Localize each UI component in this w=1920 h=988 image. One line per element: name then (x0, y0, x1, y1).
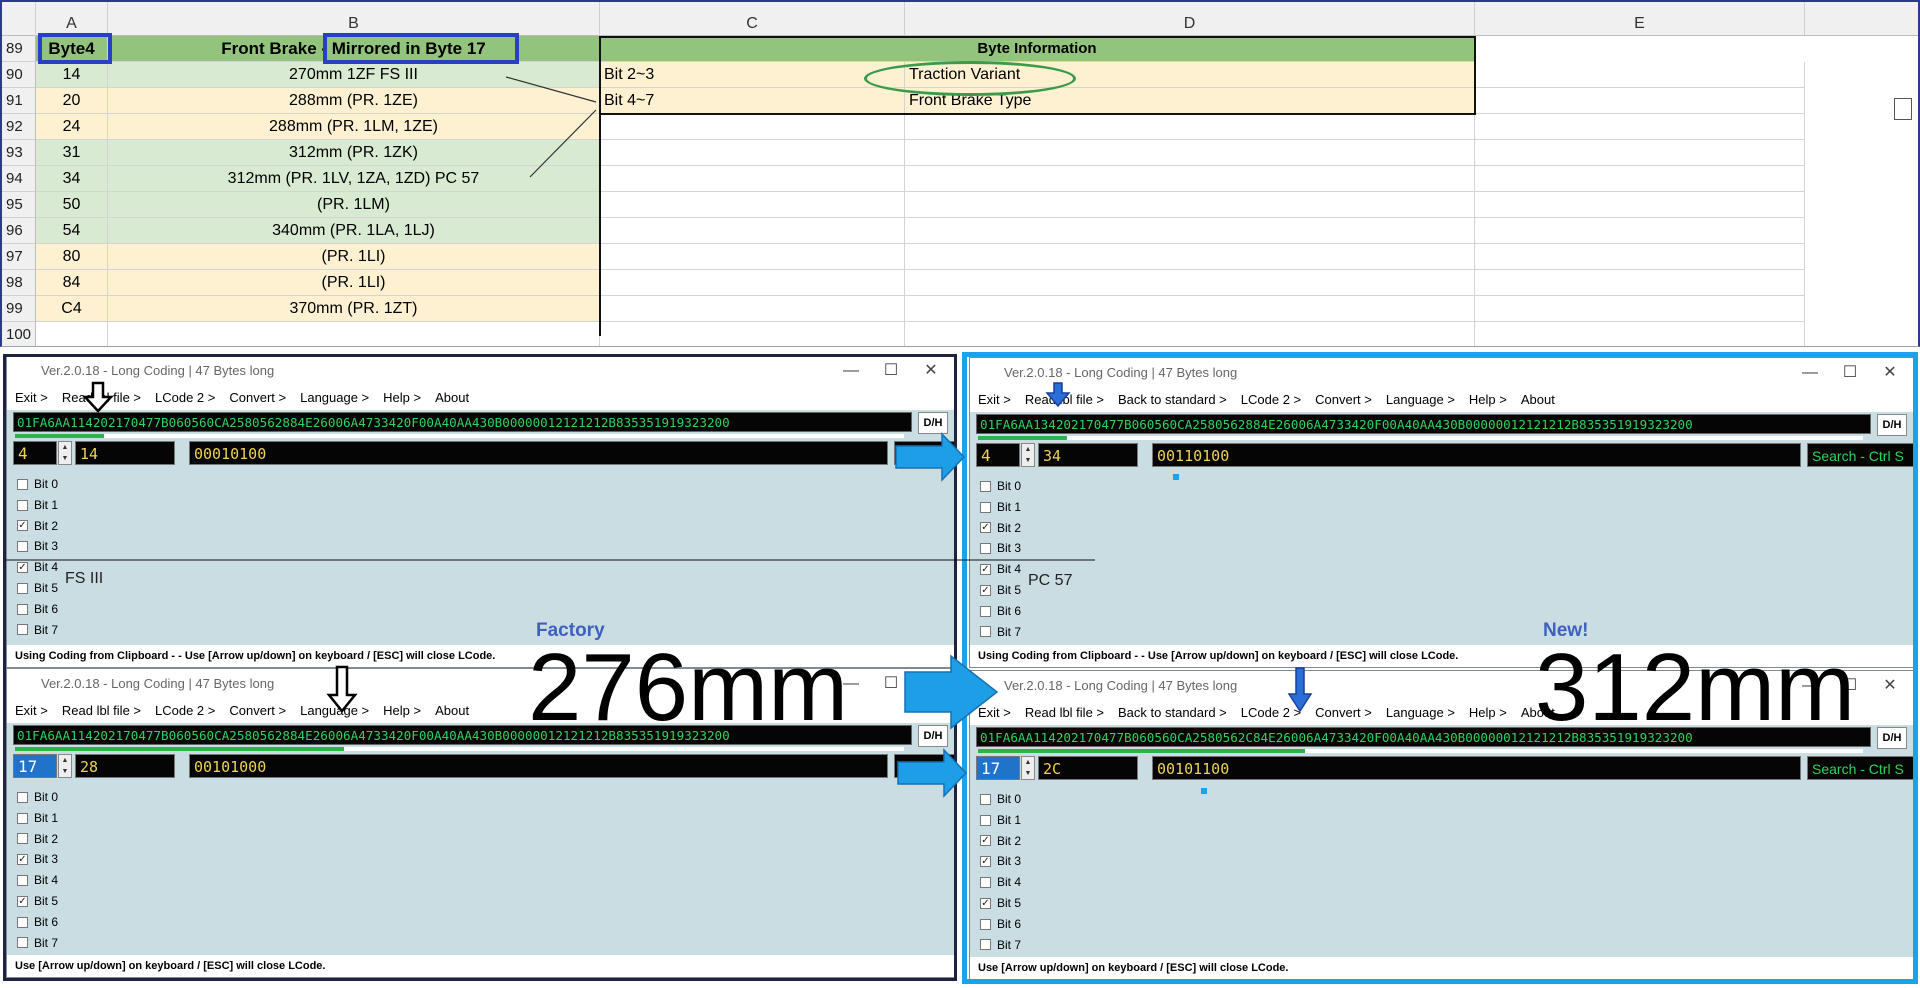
table-cell[interactable] (1475, 296, 1805, 322)
table-cell[interactable] (905, 218, 1475, 244)
row-header[interactable]: 90 (2, 62, 36, 88)
table-cell[interactable] (905, 166, 1475, 192)
row-header[interactable]: 95 (2, 192, 36, 218)
highlight-ellipse-traction (864, 61, 1076, 96)
table-cell[interactable] (1475, 218, 1805, 244)
row-header[interactable]: 93 (2, 140, 36, 166)
table-cell[interactable]: 288mm (PR. 1ZE) (108, 88, 600, 114)
table-cell[interactable] (1475, 62, 1805, 88)
new-size-label: 312mm (1535, 634, 1856, 741)
row-header[interactable]: 97 (2, 244, 36, 270)
table-cell[interactable]: (PR. 1LM) (108, 192, 600, 218)
row-header[interactable]: 91 (2, 88, 36, 114)
row-header[interactable]: 100 (2, 322, 36, 346)
table-cell[interactable]: 20 (36, 88, 108, 114)
table-cell[interactable] (600, 192, 905, 218)
cursor-marker (1173, 474, 1179, 480)
table-cell[interactable]: 34 (36, 166, 108, 192)
table-cell[interactable]: 24 (36, 114, 108, 140)
table-cell[interactable] (905, 192, 1475, 218)
cell-byte-information-header[interactable]: Byte Information (600, 36, 1475, 62)
table-cell[interactable] (905, 114, 1475, 140)
table-cell[interactable] (600, 296, 905, 322)
table-cell[interactable]: 54 (36, 218, 108, 244)
spreadsheet[interactable]: A B C D E 89 Byte4 Front Brake - Mirrored in By… (0, 0, 1920, 347)
table-cell[interactable]: (PR. 1LI) (108, 270, 600, 296)
table-cell[interactable] (905, 244, 1475, 270)
table-cell[interactable] (1475, 270, 1805, 296)
row-header[interactable]: 98 (2, 270, 36, 296)
scrollbar-thumb[interactable] (1894, 98, 1912, 120)
table-cell[interactable] (600, 244, 905, 270)
table-cell[interactable] (1475, 192, 1805, 218)
sheet-corner[interactable] (2, 2, 36, 36)
factory-size-label: 276mm (528, 634, 849, 741)
table-cell[interactable] (1475, 322, 1805, 346)
table-cell[interactable] (905, 296, 1475, 322)
table-cell[interactable]: 288mm (PR. 1LM, 1ZE) (108, 114, 600, 140)
table-cell[interactable] (905, 140, 1475, 166)
table-cell[interactable]: Bit 4~7 (600, 88, 905, 114)
table-cell[interactable]: 340mm (PR. 1LA, 1LJ) (108, 218, 600, 244)
table-cell[interactable] (108, 322, 600, 346)
table-cell[interactable]: 270mm 1ZF FS III (108, 62, 600, 88)
highlight-box-mirrored (323, 33, 519, 64)
table-cell[interactable] (1475, 166, 1805, 192)
table-cell[interactable] (1475, 140, 1805, 166)
table-cell[interactable] (1475, 88, 1805, 114)
table-cell[interactable]: 31 (36, 140, 108, 166)
row-header[interactable]: 96 (2, 218, 36, 244)
table-cell[interactable] (600, 270, 905, 296)
table-cell[interactable] (600, 114, 905, 140)
cursor-marker (1201, 788, 1207, 794)
table-cell[interactable]: 312mm (PR. 1LV, 1ZA, 1ZD) PC 57 (108, 166, 600, 192)
table-cell[interactable]: (PR. 1LI) (108, 244, 600, 270)
column-header-blank (1805, 2, 1918, 36)
row-header[interactable]: 92 (2, 114, 36, 140)
column-header-a[interactable]: A (36, 2, 108, 36)
highlight-box-byte (38, 33, 112, 64)
table-cell[interactable] (1475, 244, 1805, 270)
table-cell[interactable]: 80 (36, 244, 108, 270)
column-header-d[interactable]: D (905, 2, 1475, 36)
column-header-e[interactable]: E (1475, 2, 1805, 36)
table-cell[interactable]: 312mm (PR. 1ZK) (108, 140, 600, 166)
table-cell[interactable] (905, 322, 1475, 346)
table-cell[interactable] (905, 270, 1475, 296)
table-cell[interactable] (1475, 114, 1805, 140)
table-cell[interactable] (36, 322, 108, 346)
table-cell[interactable]: 14 (36, 62, 108, 88)
column-header-b[interactable]: B (108, 2, 600, 36)
table-cell[interactable]: 84 (36, 270, 108, 296)
row-header[interactable]: 99 (2, 296, 36, 322)
column-divider (599, 36, 601, 336)
table-cell[interactable]: 50 (36, 192, 108, 218)
column-header-c[interactable]: C (600, 2, 905, 36)
table-cell[interactable]: 370mm (PR. 1ZT) (108, 296, 600, 322)
table-cell[interactable] (600, 218, 905, 244)
table-cell[interactable]: Bit 2~3 (600, 62, 905, 88)
table-cell[interactable] (600, 322, 905, 346)
table-cell[interactable] (600, 166, 905, 192)
row-header[interactable]: 94 (2, 166, 36, 192)
table-cell[interactable]: C4 (36, 296, 108, 322)
row-header[interactable]: 89 (2, 36, 36, 62)
table-cell[interactable] (600, 140, 905, 166)
